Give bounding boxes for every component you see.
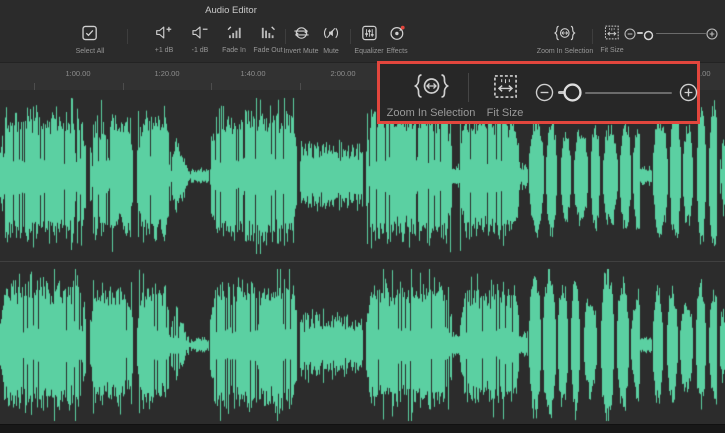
ruler-time-label: 1:20.00 (154, 69, 179, 78)
effects-button[interactable]: Effects (386, 25, 407, 56)
ruler-time-label: 1:00.00 (65, 69, 90, 78)
volume-plus-icon (155, 25, 173, 45)
equalizer-icon (361, 25, 377, 46)
window-title: Audio Editor (205, 5, 257, 16)
zoom-slider-track[interactable] (585, 92, 672, 94)
zoom-out-icon[interactable] (624, 27, 636, 45)
audio-editor-window: Audio Editor Select All +1 dB -1 dB Fad (0, 0, 725, 433)
fit-size-icon (605, 25, 620, 45)
fade-in-icon (226, 25, 242, 45)
toolbar-separator (592, 29, 593, 44)
ruler-time-label: 2:00.00 (330, 69, 355, 78)
select-all-icon (82, 25, 98, 46)
callout-fit-size-label: Fit Size (487, 107, 524, 119)
mute-icon (322, 25, 340, 46)
zoom-in-selection-button[interactable]: Zoom In Selection (537, 25, 593, 56)
equalizer-button[interactable]: Equalizer (354, 25, 383, 56)
waveform-canvas[interactable] (0, 90, 725, 424)
zoom-in-selection-icon (554, 25, 576, 46)
plus-1db-label: +1 dB (155, 47, 174, 55)
mute-button[interactable]: Mute (322, 25, 340, 56)
fit-size-button[interactable]: Fit Size (600, 25, 623, 55)
callout-fit-size-button[interactable]: Fit Size (480, 74, 530, 119)
zoom-in-selection-label: Zoom In Selection (537, 48, 593, 56)
zoom-slider-knob[interactable] (562, 82, 583, 108)
toolbar-separator (127, 29, 128, 44)
select-all-button[interactable]: Select All (76, 25, 105, 56)
fade-out-label: Fade Out (253, 47, 282, 55)
fade-out-button[interactable]: Fade Out (253, 25, 282, 55)
toolbar-separator (350, 29, 351, 44)
callout-zoom-in-selection-button[interactable]: Zoom In Selection (388, 73, 474, 119)
minus-1db-button[interactable]: -1 dB (191, 25, 209, 55)
plus-1db-button[interactable]: +1 dB (155, 25, 174, 55)
minus-1db-label: -1 dB (192, 47, 209, 55)
fade-in-button[interactable]: Fade In (222, 25, 246, 55)
ruler-time-label: 1:40.00 (240, 69, 265, 78)
zoom-in-icon[interactable] (679, 83, 698, 107)
select-all-label: Select All (76, 48, 105, 56)
fit-size-icon (493, 74, 518, 104)
ruler-tick (300, 83, 301, 90)
invert-mute-button[interactable]: Invert Mute (283, 25, 318, 56)
fade-out-icon (260, 25, 276, 45)
ruler-tick (34, 83, 35, 90)
callout-separator (468, 73, 469, 102)
zoom-in-icon[interactable] (706, 27, 718, 45)
effects-label: Effects (386, 48, 407, 56)
zoom-in-selection-icon (413, 73, 450, 104)
volume-minus-icon (191, 25, 209, 45)
mute-label: Mute (323, 48, 339, 56)
fit-size-label: Fit Size (600, 47, 623, 55)
ruler-tick (123, 83, 124, 90)
toolbar: Audio Editor Select All +1 dB -1 dB Fad (0, 0, 725, 62)
callout-zoom-in-selection-label: Zoom In Selection (387, 107, 476, 119)
invert-mute-icon (292, 25, 310, 46)
zoom-slider-track[interactable] (656, 33, 706, 34)
equalizer-label: Equalizer (354, 48, 383, 56)
zoom-slider-knob[interactable] (643, 28, 654, 46)
zoom-out-icon[interactable] (535, 83, 554, 107)
effects-icon (389, 25, 405, 46)
ruler-tick (211, 83, 212, 90)
bottom-bar (0, 424, 725, 433)
invert-mute-label: Invert Mute (283, 48, 318, 56)
zoom-tools-callout: Zoom In Selection Fit Size (377, 61, 700, 124)
track-divider (0, 261, 725, 262)
waveform-area[interactable] (0, 90, 725, 424)
fade-in-label: Fade In (222, 47, 246, 55)
